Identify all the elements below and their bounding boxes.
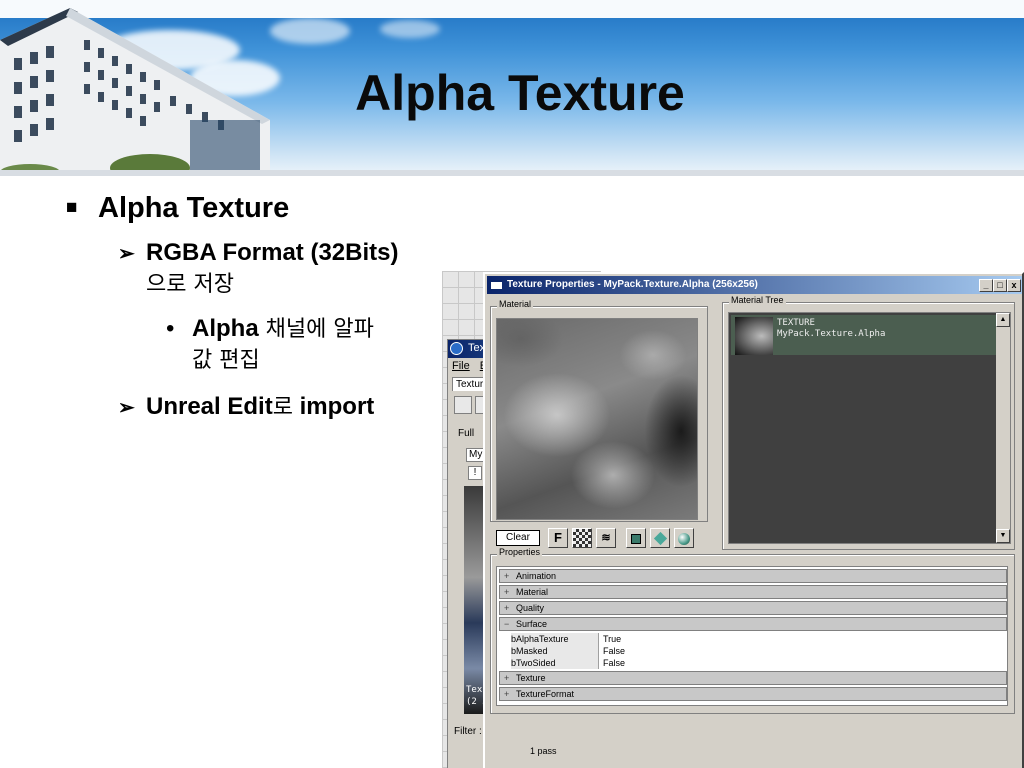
square-bullet-icon: ■ xyxy=(66,197,78,218)
texture-properties-window[interactable]: Texture Properties - MyPack.Texture.Alph… xyxy=(483,272,1024,768)
square-icon[interactable] xyxy=(626,528,646,548)
unreal-logo-icon xyxy=(450,342,463,355)
tree-item-thumbnail xyxy=(735,317,773,355)
tree-scrollbar[interactable]: ▲ ▼ xyxy=(996,313,1010,543)
tree-item-text: TEXTURE MyPack.Texture.Alpha xyxy=(777,318,885,340)
bullet-text: RGBA Format (32Bits) xyxy=(146,239,399,266)
category-animation[interactable]: + Animation xyxy=(499,569,1007,583)
texture-properties-titlebar[interactable]: Texture Properties - MyPack.Texture.Alph… xyxy=(487,276,1022,294)
menu-file[interactable]: File xyxy=(452,360,470,372)
scroll-down-icon[interactable]: ▼ xyxy=(996,529,1010,543)
properties-group-label: Properties xyxy=(497,547,543,557)
dot-bullet-icon: • xyxy=(166,315,175,342)
bullet-bold-text: Unreal Edit xyxy=(146,393,273,420)
bullet-bold-text: Alpha xyxy=(192,315,259,342)
property-row[interactable]: bMasked False xyxy=(499,645,1007,657)
header-banner: Alpha Texture xyxy=(0,0,1024,176)
property-value[interactable]: False xyxy=(603,657,625,669)
cloud xyxy=(380,20,440,38)
category-texture[interactable]: + Texture xyxy=(499,671,1007,685)
property-row[interactable]: bAlphaTexture True xyxy=(499,633,1007,645)
category-label: Quality xyxy=(516,603,545,613)
tree-item-path: MyPack.Texture.Alpha xyxy=(777,329,886,339)
expand-icon[interactable]: + xyxy=(504,586,516,598)
cloud xyxy=(270,18,350,44)
material-group-label: Material xyxy=(497,299,534,309)
expand-icon[interactable]: + xyxy=(504,672,516,684)
window-icon xyxy=(491,280,502,289)
category-label: Surface xyxy=(516,619,548,629)
expand-icon[interactable]: + xyxy=(504,602,516,614)
property-key: bMasked xyxy=(511,645,599,657)
category-surface[interactable]: − Surface xyxy=(499,617,1007,631)
checker-icon[interactable] xyxy=(572,528,592,548)
layers-icon[interactable]: ≋ xyxy=(596,528,616,548)
bullet-text: 로 xyxy=(272,395,293,420)
close-button[interactable]: x xyxy=(1007,279,1021,292)
group-full-label: Full xyxy=(458,428,475,439)
category-material[interactable]: + Material xyxy=(499,585,1007,599)
expand-icon[interactable]: + xyxy=(504,570,516,582)
scroll-up-icon[interactable]: ▲ xyxy=(996,313,1010,327)
arrow-bullet-icon: ➢ xyxy=(118,243,135,265)
bullet-level2-import: ➢ Unreal Edit로 import xyxy=(118,389,374,421)
clear-button[interactable]: Clear xyxy=(496,530,540,546)
arrow-bullet-icon: ➢ xyxy=(118,397,135,419)
bang-button[interactable]: ! xyxy=(468,466,482,480)
property-value[interactable]: False xyxy=(603,645,625,657)
font-icon[interactable]: F xyxy=(548,528,568,548)
bullet-text: Alpha Texture xyxy=(98,192,290,224)
property-grid[interactable]: + Animation + Material + Quality − Surface b… xyxy=(496,566,1008,706)
filter-label: Filter : xyxy=(454,726,482,737)
category-label: TextureFormat xyxy=(516,689,575,699)
import-icon[interactable] xyxy=(454,396,472,414)
banner-divider xyxy=(0,170,1024,176)
category-textureformat[interactable]: + TextureFormat xyxy=(499,687,1007,701)
tree-item-type: TEXTURE xyxy=(777,318,815,328)
bullet-level2-rgba: ➢ RGBA Format (32Bits) 으로 저장 xyxy=(118,238,398,300)
bullet-text: import xyxy=(292,393,375,420)
sphere-icon[interactable] xyxy=(674,528,694,548)
bullet-text-continued: 값 편집 xyxy=(192,348,260,373)
bullet-text-continued: 으로 저장 xyxy=(146,272,234,297)
material-tree-label: Material Tree xyxy=(729,295,786,305)
slide: Alpha Texture ■ Alpha Texture ➢ RGBA Forma… xyxy=(0,0,1024,768)
minimize-button[interactable]: _ xyxy=(979,279,993,292)
window-title: Texture Properties - MyPack.Texture.Alph… xyxy=(507,279,758,290)
material-tree[interactable]: TEXTURE MyPack.Texture.Alpha ▲ ▼ xyxy=(728,312,1011,544)
bullet-text: 채널에 알파 xyxy=(258,317,374,342)
material-preview[interactable] xyxy=(496,318,698,520)
property-value[interactable]: True xyxy=(603,633,621,645)
slide-title: Alpha Texture xyxy=(355,65,685,121)
category-label: Texture xyxy=(516,673,546,683)
collapse-icon[interactable]: − xyxy=(504,618,516,630)
tree-item-selected[interactable]: TEXTURE MyPack.Texture.Alpha xyxy=(731,315,997,355)
property-key: bAlphaTexture xyxy=(511,633,599,645)
maximize-button[interactable]: □ xyxy=(993,279,1007,292)
expand-icon[interactable]: + xyxy=(504,688,516,700)
category-quality[interactable]: + Quality xyxy=(499,601,1007,615)
property-key: bTwoSided xyxy=(511,657,599,669)
bullet-level3-alpha: • Alpha 채널에 알파 값 편집 xyxy=(166,314,374,376)
bullet-level1: ■ Alpha Texture xyxy=(66,192,289,225)
category-label: Animation xyxy=(516,571,557,581)
category-label: Material xyxy=(516,587,549,597)
cube-icon[interactable] xyxy=(650,528,670,548)
status-pass-count: 1 pass xyxy=(530,746,557,756)
property-row[interactable]: bTwoSided False xyxy=(499,657,1007,669)
